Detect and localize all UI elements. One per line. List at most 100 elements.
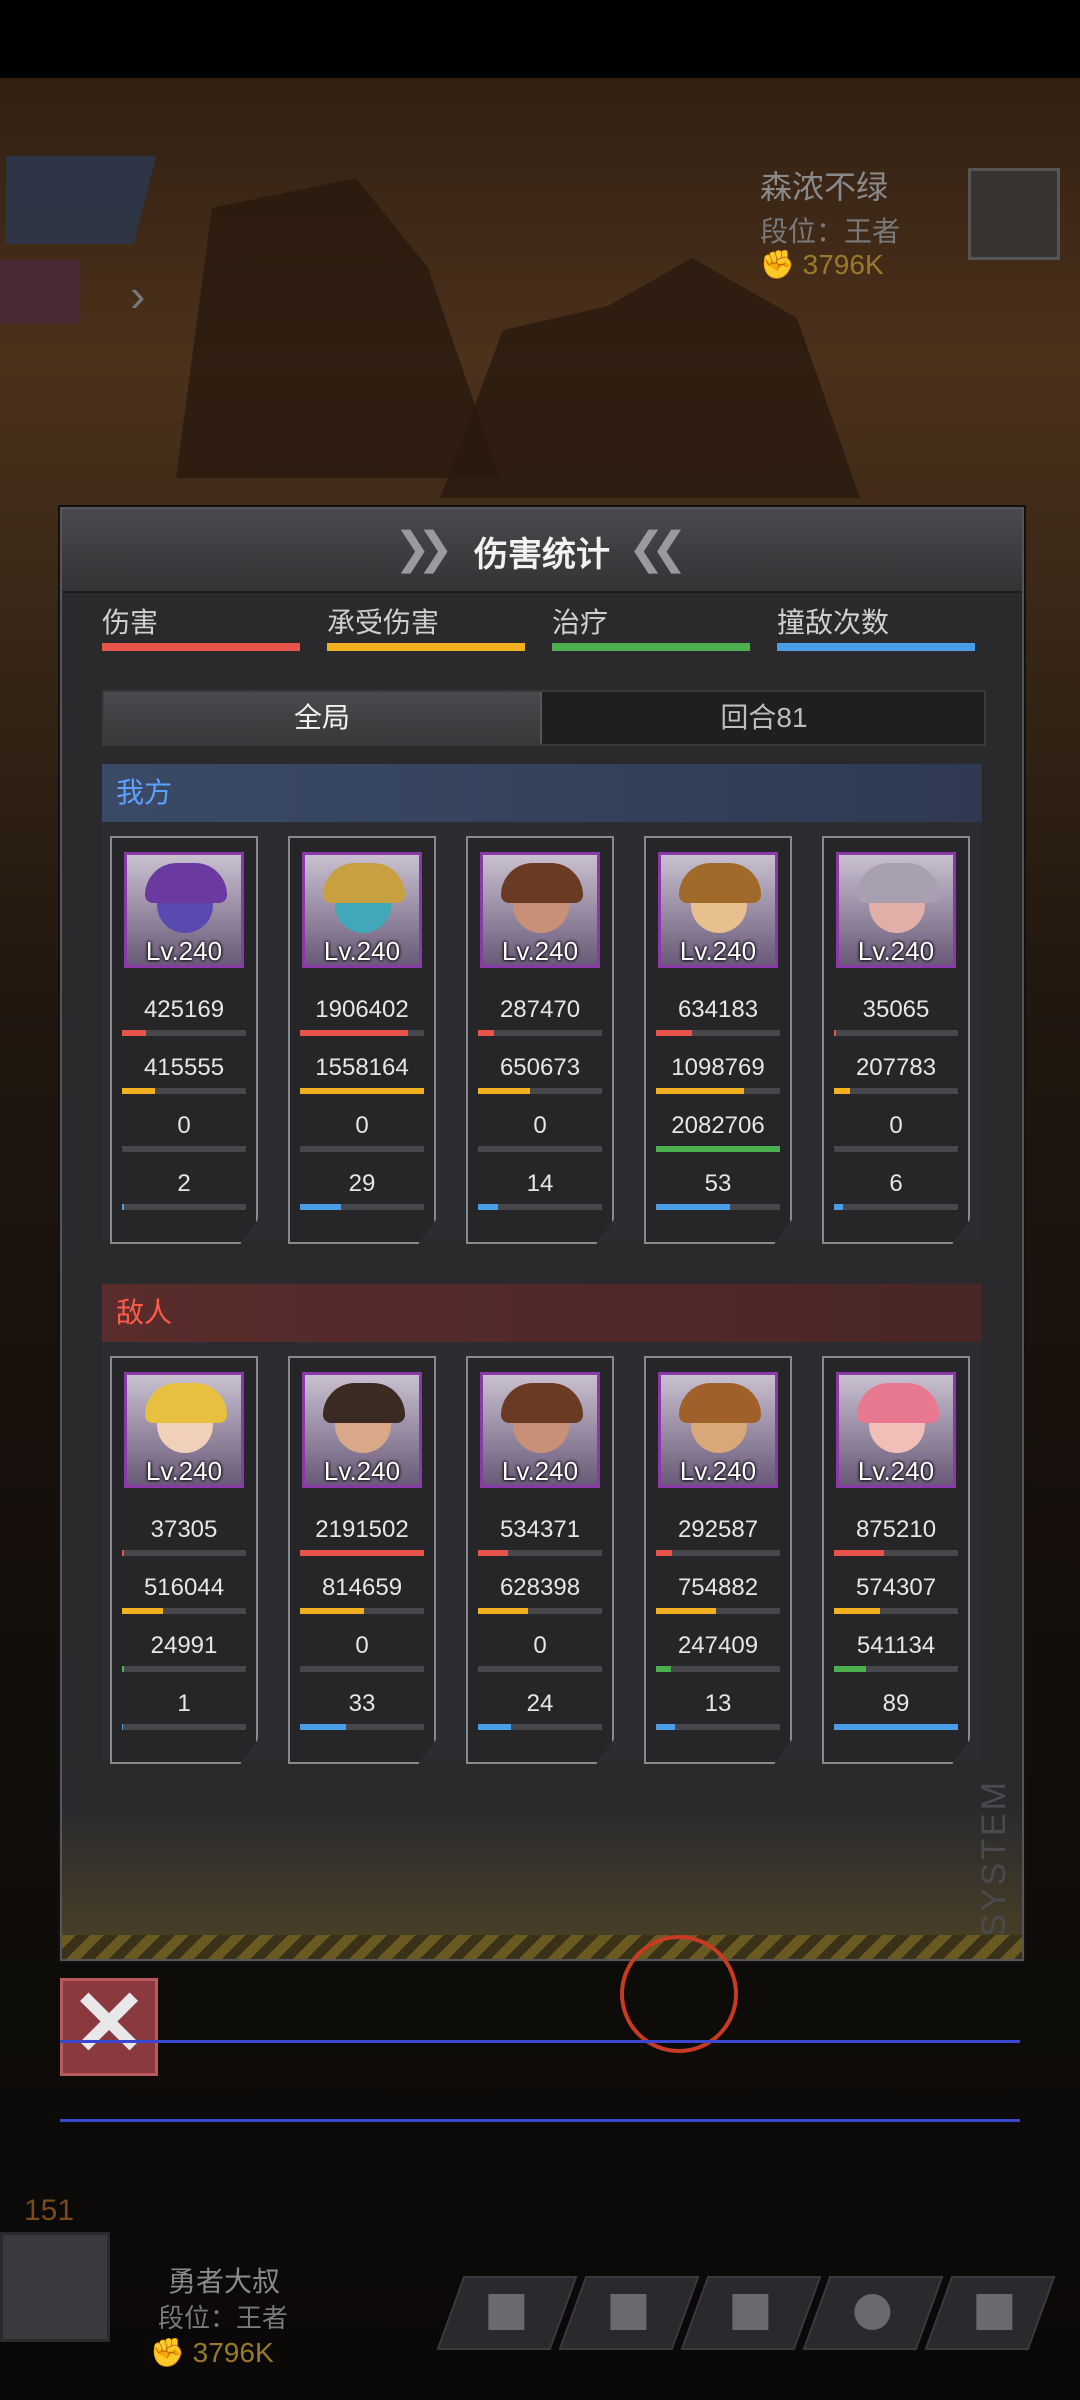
hero-stat-bar-fill <box>122 1088 156 1094</box>
hero-stat-bar-track <box>478 1146 602 1152</box>
hero-stat-bar-track <box>656 1204 780 1210</box>
tab-round[interactable]: 回合81 <box>544 692 984 744</box>
hero-stat-hits: 24 <box>526 1690 554 1717</box>
hero-hair <box>145 1383 227 1423</box>
hero-stat-bar-fill <box>656 1608 716 1614</box>
panel-hatch-border <box>62 1935 1022 1959</box>
panel-header: ❯❯ 伤害统计 ❮❮ <box>62 509 1022 593</box>
hero-stat-bar-fill <box>478 1550 508 1556</box>
hero-stat-bar-track <box>300 1608 424 1614</box>
hero-level: Lv.240 <box>857 936 935 966</box>
ally-hero-card[interactable]: Lv.240 35065 207783 0 6 <box>822 836 970 1244</box>
legend-item: 伤害 <box>102 601 302 661</box>
scope-tabs: 全局 回合81 <box>102 690 986 746</box>
bottle-icon <box>732 2294 769 2330</box>
hero-stat-heal: 0 <box>533 1632 547 1659</box>
hero-stat-bar-track <box>834 1608 958 1614</box>
player-name: 勇者大叔 <box>168 2266 281 2297</box>
hero-level: Lv.240 <box>501 936 579 966</box>
arena-marker <box>620 1935 738 2053</box>
hero-hair <box>857 1383 939 1423</box>
hero-level: Lv.240 <box>501 1456 579 1486</box>
hero-stat-bar-fill <box>834 1724 958 1730</box>
hero-stat-damage: 1906402 <box>315 996 409 1023</box>
hero-stat-taken: 814659 <box>321 1574 403 1601</box>
enemy-hero-card[interactable]: Lv.240 37305 516044 24991 1 <box>110 1356 258 1764</box>
hero-stat-bar-fill <box>478 1608 528 1614</box>
hero-stat-bar-track <box>300 1550 424 1556</box>
enemy-hero-list: Lv.240 37305 516044 24991 1 Lv.240 2191502 8146… <box>102 1342 982 1764</box>
enemy-hero-card[interactable]: Lv.240 875210 574307 541134 89 <box>822 1356 970 1764</box>
legend-color-bar <box>777 643 975 651</box>
hero-stat-heal: 0 <box>533 1112 547 1139</box>
hero-stat-bar-fill <box>300 1088 424 1094</box>
hero-stat-bar-track <box>834 1204 958 1210</box>
hero-hair <box>501 1383 583 1423</box>
hero-stat-bar-track <box>478 1088 602 1094</box>
opponent-power: ✊ 3796K <box>760 248 884 281</box>
hero-stat-bar-fill <box>300 1204 341 1210</box>
hero-hair <box>323 1383 405 1423</box>
hero-stat-bar-track <box>834 1030 958 1036</box>
hero-stat-heal: 0 <box>355 1112 369 1139</box>
profile-icon <box>488 2294 525 2330</box>
hero-stat-bar-fill <box>834 1666 867 1672</box>
ally-team-avatar[interactable] <box>6 156 156 244</box>
arena-field <box>60 2040 1020 2122</box>
hero-stat-bar-fill <box>478 1204 498 1210</box>
legend-item: 治疗 <box>552 601 752 661</box>
enemy-section-title: 敌人 <box>102 1284 982 1342</box>
hero-stat-taken: 207783 <box>855 1054 937 1081</box>
bar-chart-icon <box>610 2294 647 2330</box>
legend-item: 承受伤害 <box>327 601 527 661</box>
hero-stat-bar-track <box>300 1088 424 1094</box>
ally-team-avatar-secondary[interactable] <box>0 260 80 324</box>
hero-stat-bar-track <box>656 1666 780 1672</box>
hero-stat-bar-track <box>478 1204 602 1210</box>
player-avatar[interactable] <box>0 2232 110 2342</box>
legend-item: 撞敌次数 <box>777 601 977 661</box>
legend-label: 治疗 <box>552 607 609 638</box>
enemy-hero-card[interactable]: Lv.240 2191502 814659 0 33 <box>288 1356 436 1764</box>
hero-stat-heal: 24991 <box>150 1632 218 1659</box>
hero-stat-bar-track <box>122 1666 246 1672</box>
hero-stat-bar-fill <box>300 1608 365 1614</box>
player-power: ✊ 3796K <box>150 2336 274 2369</box>
hero-stat-bar-track <box>478 1666 602 1672</box>
hero-stat-taken: 516044 <box>143 1574 225 1601</box>
hero-level: Lv.240 <box>323 1456 401 1486</box>
ally-hero-list: Lv.240 425169 415555 0 2 Lv.240 1906402 1558164… <box>102 822 982 1244</box>
hero-stat-bar-track <box>122 1550 246 1556</box>
hero-stat-bar-fill <box>122 1204 125 1210</box>
ally-hero-card[interactable]: Lv.240 425169 415555 0 2 <box>110 836 258 1244</box>
system-watermark: SYSTEM <box>975 1779 1013 1937</box>
hero-stat-hits: 29 <box>348 1170 376 1197</box>
hero-stat-bar-fill <box>122 1666 125 1672</box>
hero-stat-hits: 6 <box>889 1170 903 1197</box>
hero-stat-bar-fill <box>300 1030 408 1036</box>
tab-all[interactable]: 全局 <box>104 692 542 744</box>
hero-stat-bar-track <box>122 1030 246 1036</box>
hero-stat-taken: 574307 <box>855 1574 937 1601</box>
hero-stat-hits: 1 <box>177 1690 191 1717</box>
player-power-value: 3796K <box>192 2337 274 2368</box>
hero-stat-bar-track <box>122 1088 246 1094</box>
hero-stat-bar-fill <box>656 1550 673 1556</box>
side-counter: 151 <box>24 2194 75 2227</box>
hero-stat-taken: 1098769 <box>671 1054 765 1081</box>
hero-stat-taken: 1558164 <box>315 1054 409 1081</box>
hero-stat-bar-fill <box>834 1608 880 1614</box>
hero-stat-bar-track <box>300 1146 424 1152</box>
hero-stat-bar-fill <box>478 1030 495 1036</box>
hero-stat-bar-track <box>122 1724 246 1730</box>
opponent-avatar[interactable] <box>968 168 1060 260</box>
enemy-hero-card[interactable]: Lv.240 292587 754882 247409 13 <box>644 1356 792 1764</box>
expand-arrow-icon[interactable]: › <box>130 268 145 322</box>
hero-stat-bar-fill <box>122 1550 125 1556</box>
hero-stat-bar-fill <box>656 1204 731 1210</box>
ally-hero-card[interactable]: Lv.240 634183 1098769 2082706 53 <box>644 836 792 1244</box>
ally-hero-card[interactable]: Lv.240 1906402 1558164 0 29 <box>288 836 436 1244</box>
hero-stat-heal: 541134 <box>856 1632 936 1659</box>
enemy-hero-card[interactable]: Lv.240 534371 628398 0 24 <box>466 1356 614 1764</box>
ally-hero-card[interactable]: Lv.240 287470 650673 0 14 <box>466 836 614 1244</box>
